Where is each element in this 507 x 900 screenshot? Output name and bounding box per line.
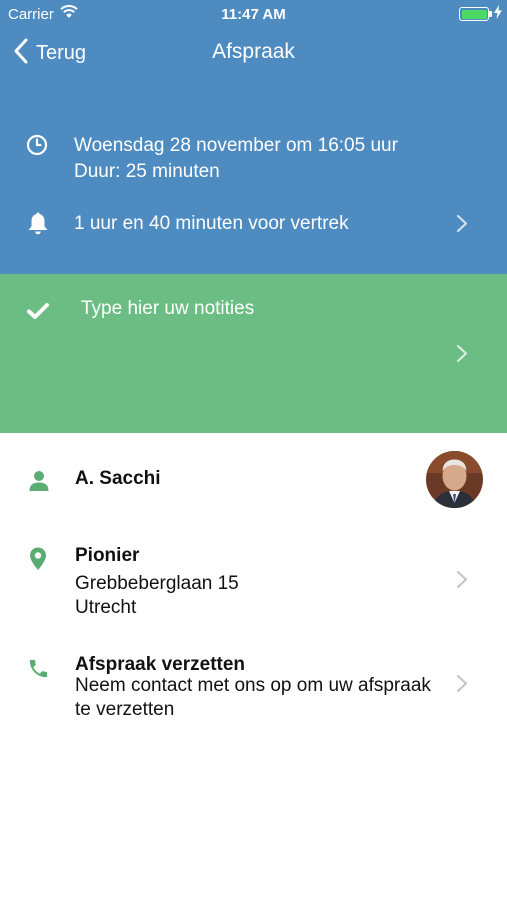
battery-cap bbox=[489, 11, 492, 17]
person-icon bbox=[28, 470, 50, 497]
chevron-right-icon bbox=[456, 570, 468, 594]
battery-icon bbox=[459, 7, 489, 21]
location-pin-icon bbox=[29, 547, 47, 576]
checkmark-icon bbox=[26, 301, 50, 326]
chevron-right-icon bbox=[456, 674, 468, 698]
page-title: Afspraak bbox=[212, 40, 295, 63]
appointment-date: Woensdag 28 november om 16:05 uur bbox=[74, 135, 398, 156]
chevron-right-icon bbox=[456, 344, 468, 368]
reminder-label: 1 uur en 40 minuten voor vertrek bbox=[74, 213, 349, 234]
reschedule-title: Afspraak verzetten bbox=[75, 654, 246, 675]
reschedule-text-line1: Neem contact met ons op om uw afspraak bbox=[75, 675, 431, 696]
status-bar: Carrier 11:47 AM bbox=[0, 0, 507, 28]
status-time: 11:47 AM bbox=[221, 6, 286, 23]
bell-icon bbox=[26, 211, 50, 241]
appointment-header: Carrier 11:47 AM Terug Afspraak Woensdag… bbox=[0, 0, 507, 274]
appointment-duration: Duur: 25 minuten bbox=[74, 161, 220, 182]
contact-name: A. Sacchi bbox=[75, 468, 161, 489]
notes-placeholder[interactable]: Type hier uw notities bbox=[81, 296, 254, 322]
location-city: Utrecht bbox=[75, 597, 137, 618]
charging-bolt-icon bbox=[494, 5, 502, 23]
phone-icon bbox=[27, 657, 50, 685]
reschedule-text-line2: te verzetten bbox=[75, 699, 175, 720]
chevron-right-icon bbox=[456, 214, 468, 238]
location-street: Grebbeberglaan 15 bbox=[75, 573, 239, 594]
location-title: Pionier bbox=[75, 545, 140, 566]
avatar bbox=[426, 451, 483, 508]
clock-icon bbox=[26, 134, 48, 161]
notes-section[interactable]: Type hier uw notities bbox=[0, 274, 507, 433]
